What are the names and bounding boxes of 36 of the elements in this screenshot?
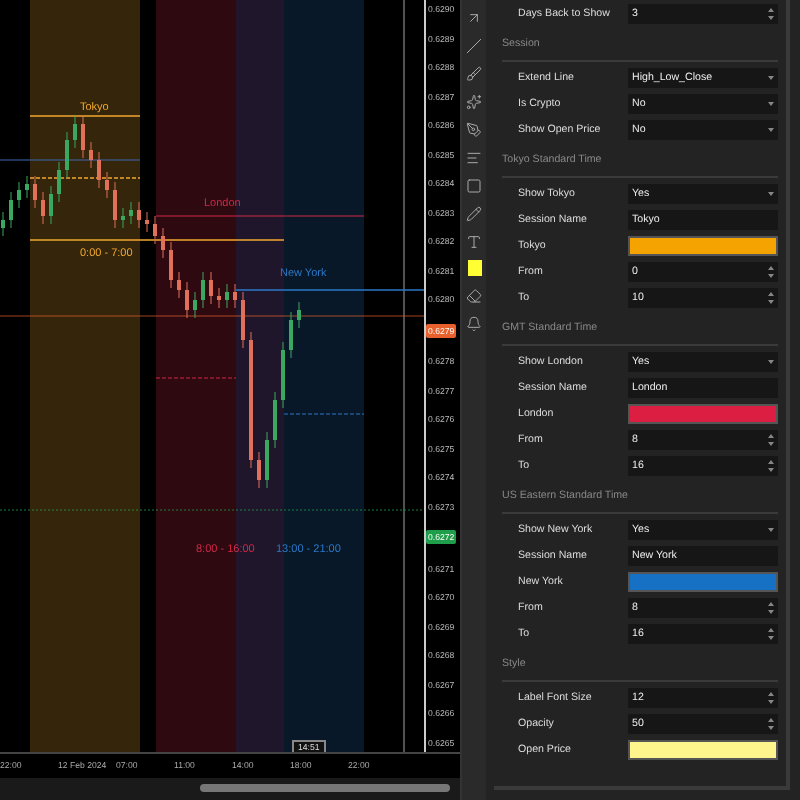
open-line xyxy=(283,413,365,415)
spinner-icon[interactable] xyxy=(768,717,774,729)
pencil-icon[interactable] xyxy=(462,204,486,222)
spinner-icon[interactable] xyxy=(768,691,774,703)
caret-icon xyxy=(768,191,774,195)
caret-icon xyxy=(768,527,774,531)
line-icon[interactable] xyxy=(462,36,486,54)
color-field[interactable] xyxy=(628,571,778,591)
open-line xyxy=(155,377,237,379)
spinner-icon[interactable] xyxy=(768,7,774,19)
sparkle-icon[interactable] xyxy=(462,92,486,110)
square-icon[interactable] xyxy=(462,176,486,194)
caret-icon xyxy=(768,359,774,363)
eraser-icon[interactable] xyxy=(462,286,486,304)
spinner-icon[interactable] xyxy=(768,291,774,303)
spinner-icon[interactable] xyxy=(768,601,774,613)
lines-icon[interactable] xyxy=(462,148,486,166)
price-line xyxy=(0,159,141,161)
caret-icon xyxy=(768,75,774,79)
spinner-icon[interactable] xyxy=(768,459,774,471)
spinner-icon[interactable] xyxy=(768,265,774,277)
text-icon[interactable] xyxy=(462,232,486,250)
color-field[interactable] xyxy=(628,235,778,255)
spinner-icon[interactable] xyxy=(768,433,774,445)
pen-icon[interactable] xyxy=(462,120,486,138)
open-line xyxy=(29,177,141,179)
bell-icon[interactable] xyxy=(462,314,486,332)
high-line xyxy=(29,115,141,117)
caret-icon xyxy=(768,101,774,105)
spinner-icon[interactable] xyxy=(768,627,774,639)
color-field[interactable] xyxy=(628,739,778,759)
scrollbar-thumb[interactable] xyxy=(200,784,450,793)
brush-icon[interactable] xyxy=(462,64,486,82)
color-field[interactable] xyxy=(628,403,778,423)
color-swatch[interactable] xyxy=(467,260,481,276)
caret-icon xyxy=(768,127,774,131)
